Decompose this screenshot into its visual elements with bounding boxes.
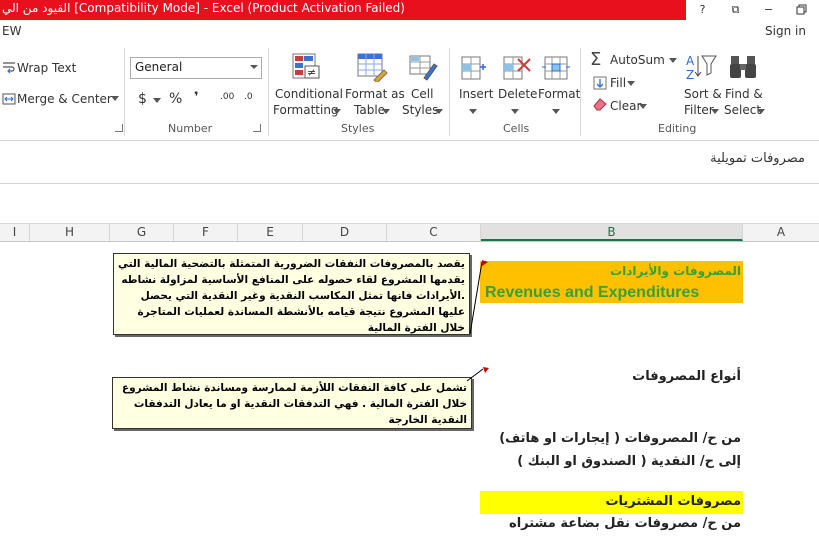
find-select-label-2[interactable]: Select [724, 103, 761, 117]
chevron-down-icon [435, 109, 443, 114]
comment-connector-1 [469, 260, 488, 335]
cells-group-label: Cells [503, 122, 530, 135]
heading-arabic: المصروفات والأيرادات [610, 264, 741, 278]
merge-center-button[interactable]: Merge & Center [17, 92, 112, 106]
chevron-down-icon [111, 96, 119, 101]
cell-styles-label-2[interactable]: Styles [402, 103, 438, 117]
comment-connector-2 [466, 367, 489, 382]
title-bar: القيود من الي [Compatibility Mode] - Exc… [0, 0, 686, 20]
comma-style-button[interactable]: ❜ [194, 90, 199, 105]
ribbon-display-button[interactable]: ⧉ [719, 0, 752, 20]
eraser-icon [593, 98, 607, 111]
fill-button[interactable]: Fill [610, 76, 626, 90]
journal-entry1-credit[interactable]: إلى ح/ النقدية ( الصندوق او البنك ) [517, 454, 741, 469]
cell-styles-label-1[interactable]: Cell [411, 87, 433, 101]
chevron-down-icon [250, 65, 258, 69]
sort-filter-label-2[interactable]: Filter [684, 103, 714, 117]
cell-comment-1[interactable]: يقصد بالمصروفات النفقات الضرورية المتمثل… [113, 253, 470, 335]
delete-button[interactable]: Delete [498, 87, 537, 101]
column-header-d[interactable]: D [303, 224, 387, 241]
journal-entry1-debit[interactable]: من ح/ المصروفات ( إيجارات او هاتف) [499, 431, 741, 446]
restore-icon [796, 4, 806, 15]
chevron-down-icon [333, 109, 341, 114]
svg-text:A: A [686, 54, 695, 68]
column-header-c[interactable]: C [387, 224, 481, 241]
fill-icon [593, 76, 607, 90]
cell-comment-2[interactable]: تشمل على كافة النفقات اللأزمة لممارسة وم… [112, 377, 472, 429]
chevron-down-icon [382, 109, 390, 114]
journal-entry2-debit[interactable]: من ح/ مصروفات نقل بضاعة مشتراه [509, 516, 741, 531]
sort-filter-icon: A Z [686, 54, 717, 82]
wrap-text-icon [3, 62, 15, 74]
separator [449, 48, 450, 136]
help-button[interactable]: ? [686, 0, 719, 20]
chevron-down-icon [639, 104, 647, 109]
purchases-label: مصروفات المشتريات [605, 494, 741, 509]
currency-button[interactable]: $ [138, 91, 147, 107]
separator [124, 48, 125, 136]
ribbon-tabs: EW Sign in [0, 20, 819, 44]
restore-button[interactable] [785, 0, 818, 20]
sort-filter-label-1[interactable]: Sort & [684, 87, 722, 101]
binoculars-icon [730, 56, 756, 78]
svg-text:Z: Z [686, 68, 694, 82]
autosum-icon: Σ [590, 49, 602, 70]
chevron-down-icon [153, 98, 161, 103]
clear-button[interactable]: Clear [610, 99, 641, 113]
insert-button[interactable]: Insert [459, 87, 493, 101]
window-title: القيود من الي [Compatibility Mode] - Exc… [2, 1, 405, 15]
minimize-button[interactable]: − [752, 0, 785, 20]
percent-button[interactable]: % [169, 91, 182, 107]
separator [580, 48, 581, 136]
format-as-table-label-1[interactable]: Format as [345, 87, 405, 101]
decrease-decimal-button[interactable]: .0 [244, 92, 253, 102]
styles-group-label: Styles [341, 122, 375, 135]
column-header-b[interactable]: B [481, 224, 743, 241]
tab-view-partial[interactable]: EW [2, 24, 21, 38]
number-dialog-launcher[interactable] [253, 124, 261, 132]
heading-english: Revenues and Expenditures [485, 284, 700, 301]
formula-bar[interactable]: مصروفات تمويلية [0, 141, 819, 184]
column-header-g[interactable]: G [110, 224, 174, 241]
format-as-table-label-2[interactable]: Table [354, 103, 385, 117]
insert-cells-icon [461, 56, 486, 80]
merge-center-icon [2, 93, 16, 105]
window-controls: ? ⧉ − [686, 0, 819, 20]
chevron-down-icon [669, 58, 677, 63]
formula-content[interactable]: مصروفات تمويلية [710, 151, 805, 166]
conditional-formatting-label-1[interactable]: Conditional [275, 87, 343, 101]
increase-decimal-button[interactable]: .00 [220, 92, 234, 102]
autosum-button[interactable]: AutoSum [610, 53, 665, 67]
column-header-e[interactable]: E [238, 224, 303, 241]
chevron-down-icon [552, 109, 560, 114]
chevron-down-icon [711, 109, 719, 114]
number-format-value: General [135, 60, 183, 74]
delete-cells-icon [503, 56, 531, 80]
column-header-a[interactable]: A [743, 224, 819, 241]
conditional-formatting-label-2[interactable]: Formatting [273, 103, 339, 117]
number-format-select[interactable]: General [130, 57, 262, 79]
conditional-formatting-icon: ≠ [292, 53, 320, 79]
chevron-down-icon [511, 109, 519, 114]
chevron-down-icon [757, 109, 765, 114]
sign-in-link[interactable]: Sign in [765, 24, 806, 38]
chevron-down-icon [627, 81, 635, 86]
editing-group-label: Editing [658, 122, 697, 135]
wrap-text-button[interactable]: Wrap Text [17, 61, 76, 75]
number-group-label: Number [168, 122, 213, 135]
column-header-i[interactable]: I [0, 224, 30, 241]
find-select-label-1[interactable]: Find & [725, 87, 763, 101]
svg-text:≠: ≠ [307, 66, 316, 79]
column-header-h[interactable]: H [30, 224, 110, 241]
column-headers: I H G F E D C B A [0, 223, 819, 242]
cell-styles-icon [409, 55, 438, 81]
format-button[interactable]: Format [538, 87, 580, 101]
separator [268, 48, 269, 136]
alignment-dialog-launcher[interactable] [115, 124, 123, 132]
chevron-down-icon [469, 109, 477, 114]
format-cells-icon [542, 56, 570, 80]
column-header-f[interactable]: F [174, 224, 238, 241]
expense-types-label[interactable]: أنواع المصروفات [632, 369, 741, 384]
format-as-table-icon [357, 53, 388, 82]
